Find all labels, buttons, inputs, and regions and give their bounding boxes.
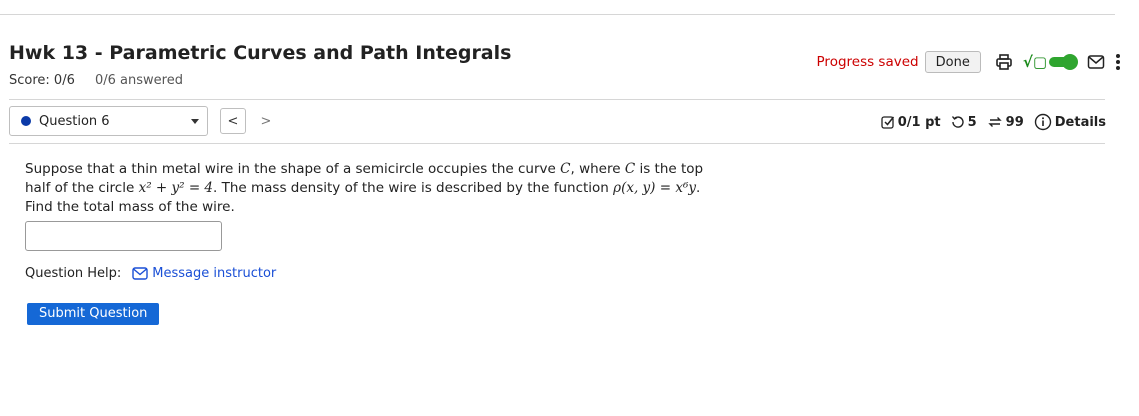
next-question-button[interactable]: > [253,108,279,134]
question-part: , where [570,161,625,177]
answered-text: 0/6 answered [95,73,183,88]
previous-question-button[interactable]: < [220,108,246,134]
header-divider [9,99,1105,100]
done-button[interactable]: Done [924,51,981,73]
details-label: Details [1054,114,1106,130]
points-text: 0/1 pt [897,114,941,130]
question-select[interactable]: Question 6 [9,106,208,136]
question-help-label: Question Help: [25,266,122,281]
question-divider [9,143,1105,144]
density-function: ρ(x, y) = x⁶y [613,180,696,196]
toggle-track [1049,54,1078,70]
header-tools: Progress saved Done √▢ [817,50,1121,74]
sqrt-icon: √▢ [1022,53,1047,71]
info-icon [1034,113,1051,131]
retries-item: 5 [951,115,977,130]
attempts-text: 99 [1005,114,1024,130]
math-entry-toggle[interactable]: √▢ [1022,53,1078,71]
top-divider [0,14,1115,15]
message-instructor-label: Message instructor [152,266,277,281]
question-status-dot [21,116,31,126]
attempts-icon [987,117,1002,127]
message-instructor-link[interactable]: Message instructor [132,266,276,281]
question-help: Question Help: Message instructor [25,266,276,281]
question-meta: 0/1 pt 5 99 Details [871,113,1106,131]
caret-down-icon [191,119,199,124]
circle-equation: x² + y² = 4 [138,180,214,196]
retries-text: 5 [967,114,977,130]
question-select-label: Question 6 [39,113,110,129]
checkbox-icon [881,116,894,129]
more-options-icon[interactable] [1115,53,1121,71]
question-text: Suppose that a thin metal wire in the sh… [25,160,725,217]
details-button[interactable]: Details [1034,113,1106,131]
curve-symbol: C [624,161,636,177]
points-item: 0/1 pt [881,115,941,130]
attempts-item: 99 [987,115,1024,130]
print-icon[interactable] [995,53,1013,71]
page-title: Hwk 13 - Parametric Curves and Path Inte… [9,42,512,64]
retry-icon [951,116,964,128]
answer-input[interactable] [25,221,222,251]
curve-symbol: C [560,161,571,177]
submit-question-button[interactable]: Submit Question [27,303,160,325]
mail-icon [132,267,148,280]
mail-icon[interactable] [1087,54,1105,70]
question-part: Suppose that a thin metal wire in the sh… [25,161,561,177]
progress-saved-status: Progress saved [816,54,919,70]
score-text: Score: 0/6 [9,73,75,88]
question-part: . The mass density of the wire is descri… [213,180,614,196]
score-row: Score: 0/6 0/6 answered [9,73,183,88]
